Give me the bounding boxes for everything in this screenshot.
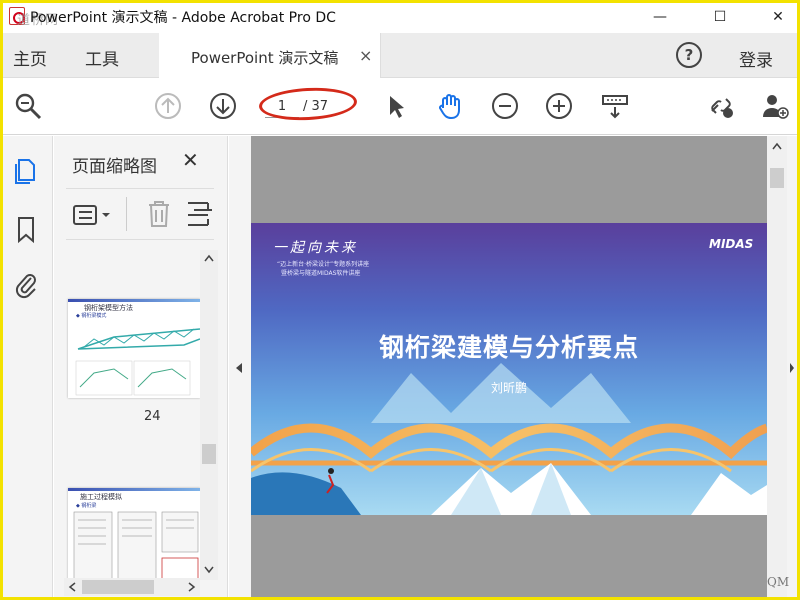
- title-bar: 道桥网 PowerPoint 演示文稿 - Adobe Acrobat Pro …: [3, 3, 797, 30]
- attachment-icon[interactable]: [13, 270, 39, 300]
- close-window-button[interactable]: ✕: [755, 3, 797, 30]
- home-menu[interactable]: 主页: [13, 45, 47, 70]
- right-panel-handle[interactable]: [787, 136, 797, 597]
- zoom-search-icon[interactable]: [13, 91, 43, 121]
- select-cursor-icon[interactable]: [381, 91, 411, 121]
- minimize-icon: —: [653, 8, 667, 25]
- app-window: 道桥网 PowerPoint 演示文稿 - Adobe Acrobat Pro …: [0, 0, 800, 600]
- tools-menu[interactable]: 工具: [85, 45, 119, 70]
- expand-right-arrow-icon[interactable]: [789, 362, 795, 374]
- thumbnail-horizontal-scrollbar[interactable]: [64, 578, 200, 596]
- slide-title: 钢桁梁建模与分析要点: [378, 333, 639, 362]
- page-gap-top: [251, 136, 767, 223]
- slide-motto: 一起向未来: [273, 240, 358, 256]
- thumb-sub: ◆ 钢桁梁: [76, 503, 97, 509]
- menu-bar: 主页 工具 PowerPoint 演示文稿 × ? 登录: [3, 33, 797, 78]
- annotation-oval: [258, 85, 358, 123]
- scroll-up-arrow-icon[interactable]: [204, 254, 214, 262]
- document-tab-label: PowerPoint 演示文稿: [191, 49, 339, 67]
- thumbnail-options-icon[interactable]: [72, 203, 116, 227]
- slide-subtitle-line-2: 暨桥梁与隧道MIDAS软件讲座: [281, 270, 361, 277]
- current-slide: 一起向未来 “迈上新台·桥梁设计”专题系列讲座 暨桥梁与隧道MIDAS软件讲座 …: [251, 223, 767, 515]
- thumbnail-page-number: 24: [144, 409, 161, 424]
- window-title: PowerPoint 演示文稿 - Adobe Acrobat Pro DC: [30, 10, 336, 26]
- delete-page-icon[interactable]: [146, 199, 172, 229]
- login-button[interactable]: 登录: [739, 46, 773, 71]
- thumb-header-bar: [68, 299, 200, 302]
- thumb-heading: 施工过程模拟: [80, 493, 122, 501]
- add-user-icon[interactable]: [760, 91, 790, 121]
- document-vertical-scrollbar[interactable]: [767, 136, 787, 597]
- thumbnail-list: 钢桁架模型方法 ◆ 钢桁梁模式 24 施工过程模拟 ◆ 钢桁梁: [64, 248, 212, 578]
- corner-watermark: QM: [767, 575, 790, 589]
- dialog-screenshot-thumbnail-image: [73, 511, 199, 578]
- thumbnail-vertical-scrollbar[interactable]: [200, 250, 218, 580]
- left-collapse-handle[interactable]: [229, 136, 251, 597]
- maximize-button[interactable]: ☐: [697, 3, 743, 30]
- tab-close-icon[interactable]: ×: [359, 46, 372, 65]
- scroll-down-arrow-icon[interactable]: [204, 566, 214, 574]
- midas-logo-text: MIDAS: [709, 237, 754, 251]
- scroll-left-arrow-icon[interactable]: [68, 582, 76, 592]
- help-icon[interactable]: ?: [676, 42, 702, 68]
- zoom-in-icon[interactable]: [544, 91, 574, 121]
- toolbar: / 37: [3, 79, 797, 135]
- share-link-icon[interactable]: [706, 91, 736, 121]
- truss-bridge-thumbnail-image: [75, 328, 200, 396]
- doc-scroll-up-arrow-icon[interactable]: [772, 142, 782, 150]
- collapse-left-arrow-icon[interactable]: [235, 362, 243, 374]
- minimize-button[interactable]: —: [637, 3, 683, 30]
- panel-title: 页面缩略图: [72, 157, 157, 177]
- panel-tools: [66, 188, 214, 240]
- doc-vertical-scroll-thumb[interactable]: [770, 168, 784, 188]
- document-view[interactable]: 一起向未来 “迈上新台·桥梁设计”专题系列讲座 暨桥梁与隧道MIDAS软件讲座 …: [251, 136, 767, 597]
- bookmark-icon[interactable]: [13, 214, 39, 244]
- slide-author: 刘昕鹏: [490, 381, 527, 395]
- panel-close-icon[interactable]: ✕: [182, 148, 199, 172]
- scroll-right-arrow-icon[interactable]: [188, 582, 196, 592]
- hand-tool-icon[interactable]: [435, 91, 465, 121]
- document-tab[interactable]: PowerPoint 演示文稿 ×: [159, 33, 381, 78]
- page-thumbnails-icon[interactable]: [13, 156, 39, 186]
- thumbnail-page-24[interactable]: 钢桁架模型方法 ◆ 钢桁梁模式: [68, 299, 200, 398]
- tool-divider: [126, 197, 127, 231]
- previous-page-icon[interactable]: [153, 91, 183, 121]
- next-page-icon[interactable]: [208, 91, 238, 121]
- horizontal-scroll-thumb[interactable]: [82, 580, 154, 594]
- thumb-header-bar: [68, 488, 200, 491]
- slide-subtitle-line-1: “迈上新台·桥梁设计”专题系列讲座: [277, 261, 370, 268]
- insert-page-icon[interactable]: [186, 199, 214, 229]
- close-icon: ✕: [772, 8, 784, 25]
- thumbnails-panel: 页面缩略图 ✕ 钢桁架模型方法 ◆ 钢桁梁模式 24 施工过程模拟 ◆ 钢桁梁: [54, 136, 228, 597]
- navigation-rail: [3, 136, 53, 597]
- page-gap-bottom: [251, 515, 767, 597]
- vertical-scroll-thumb[interactable]: [202, 444, 216, 464]
- maximize-icon: ☐: [713, 8, 727, 25]
- zoom-out-icon[interactable]: [490, 91, 520, 121]
- thumbnail-page-25[interactable]: 施工过程模拟 ◆ 钢桁梁: [68, 488, 200, 578]
- keyboard-scroll-icon[interactable]: [600, 91, 630, 121]
